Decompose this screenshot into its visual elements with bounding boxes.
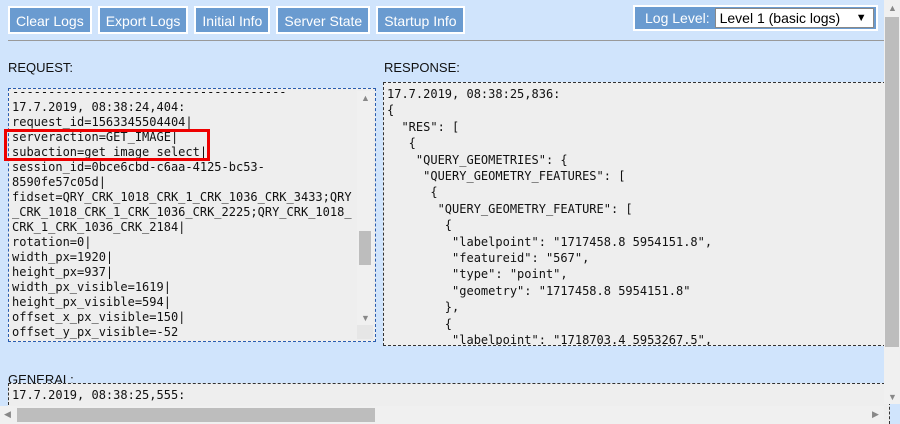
log-line: CRK_1_CRK_1036_CRK_2184| (12, 220, 186, 234)
toolbar: Clear Logs Export Logs Initial Info Serv… (8, 6, 465, 34)
log-line: { (387, 185, 438, 200)
request-label: REQUEST: (8, 60, 74, 75)
request-log-text: -------------------------------------- 17… (12, 88, 352, 340)
log-line: { (387, 316, 453, 331)
log-line: rotation=0| (12, 235, 92, 249)
scroll-up-icon[interactable]: ▲ (888, 3, 897, 13)
log-level-value: Level 1 (basic logs) (719, 10, 841, 26)
scroll-right-icon[interactable]: ▶ (872, 409, 879, 420)
log-line: "type": "point", (387, 267, 568, 282)
log-line: "labelpoint": "1717458.8 5954151.8", (387, 234, 713, 249)
log-line: 17.7.2019, 08:38:25,836: (387, 87, 561, 101)
log-line: fidset=QRY_CRK_1018_CRK_1_CRK_1036_CRK_3… (12, 190, 352, 204)
divider (8, 40, 884, 41)
highlight-box (4, 129, 210, 161)
log-line: "QUERY_GEOMETRY_FEATURE": [ (387, 201, 633, 216)
log-line: session_id=0bce6cbd-c6aa-4125-bc53- (12, 160, 265, 174)
request-scroll-thumb[interactable] (359, 231, 371, 265)
log-level-label: Log Level: (645, 10, 710, 26)
page-horizontal-scrollbar[interactable]: ◀ ▶ (0, 406, 884, 424)
clear-logs-button[interactable]: Clear Logs (8, 6, 92, 34)
server-state-button[interactable]: Server State (276, 6, 371, 34)
log-line: 8590fe57c05d| (12, 175, 106, 189)
startup-info-button[interactable]: Startup Info (376, 6, 465, 34)
general-log-text: 17.7.2019, 08:38:25,555: (12, 388, 185, 403)
log-line: 17.7.2019, 08:38:24,404: (12, 100, 186, 114)
resize-grip-icon[interactable] (357, 325, 373, 339)
log-line: "labelpoint": "1718703.4 5953267.5", (387, 333, 713, 346)
log-line: "QUERY_GEOMETRIES": { (387, 152, 568, 167)
page-vertical-scrollbar[interactable]: ▲ ▼ (884, 0, 900, 404)
scroll-left-icon[interactable]: ◀ (4, 409, 11, 420)
log-line: height_px=937| (12, 265, 114, 279)
log-line: "geometry": "1717458.8 5954151.8" (387, 283, 691, 298)
log-line: offset_x_px_visible=150| (12, 310, 186, 324)
log-line: { (387, 218, 453, 233)
log-line: { (387, 103, 395, 118)
log-line: request_id=1563345504404| (12, 115, 193, 129)
log-line: height_px_visible=594| (12, 295, 171, 309)
log-line: _CRK_1018_CRK_1_CRK_1036_CRK_2225;QRY_CR… (12, 205, 352, 219)
scroll-down-icon[interactable]: ▼ (888, 392, 897, 402)
dropdown-arrow-icon: ▼ (855, 12, 867, 24)
log-line: }, (387, 300, 460, 315)
request-scrollbar[interactable]: ▲ ▼ (357, 91, 373, 325)
log-line: offset_y_px_visible=-52 (12, 325, 179, 339)
page-scroll-thumb[interactable] (885, 17, 899, 347)
response-log: 17.7.2019, 08:38:25,836: { "RES": [ { "QU… (383, 82, 891, 346)
response-label: RESPONSE: (384, 60, 460, 75)
log-line: 17.7.2019, 08:38:25,555: (12, 388, 186, 402)
scroll-down-icon[interactable]: ▼ (361, 313, 370, 323)
request-log-textarea[interactable]: -------------------------------------- 17… (8, 88, 376, 342)
log-line: { (387, 136, 416, 151)
page-hscroll-thumb[interactable] (17, 408, 375, 422)
log-line: -------------------------------------- (12, 88, 287, 99)
initial-info-button[interactable]: Initial Info (194, 6, 271, 34)
log-level-control: Log Level: Level 1 (basic logs) ▼ (633, 5, 878, 31)
log-line: width_px_visible=1619| (12, 280, 171, 294)
log-line: "QUERY_GEOMETRY_FEATURES": [ (387, 169, 626, 184)
scroll-up-icon[interactable]: ▲ (361, 93, 370, 103)
log-level-select[interactable]: Level 1 (basic logs) ▼ (714, 8, 874, 28)
log-line: width_px=1920| (12, 250, 114, 264)
log-line: "RES": [ (387, 119, 460, 134)
response-log-text: 17.7.2019, 08:38:25,836: { "RES": [ { "QU… (387, 86, 713, 346)
export-logs-button[interactable]: Export Logs (97, 6, 189, 34)
log-line: "featureid": "567", (387, 251, 590, 266)
